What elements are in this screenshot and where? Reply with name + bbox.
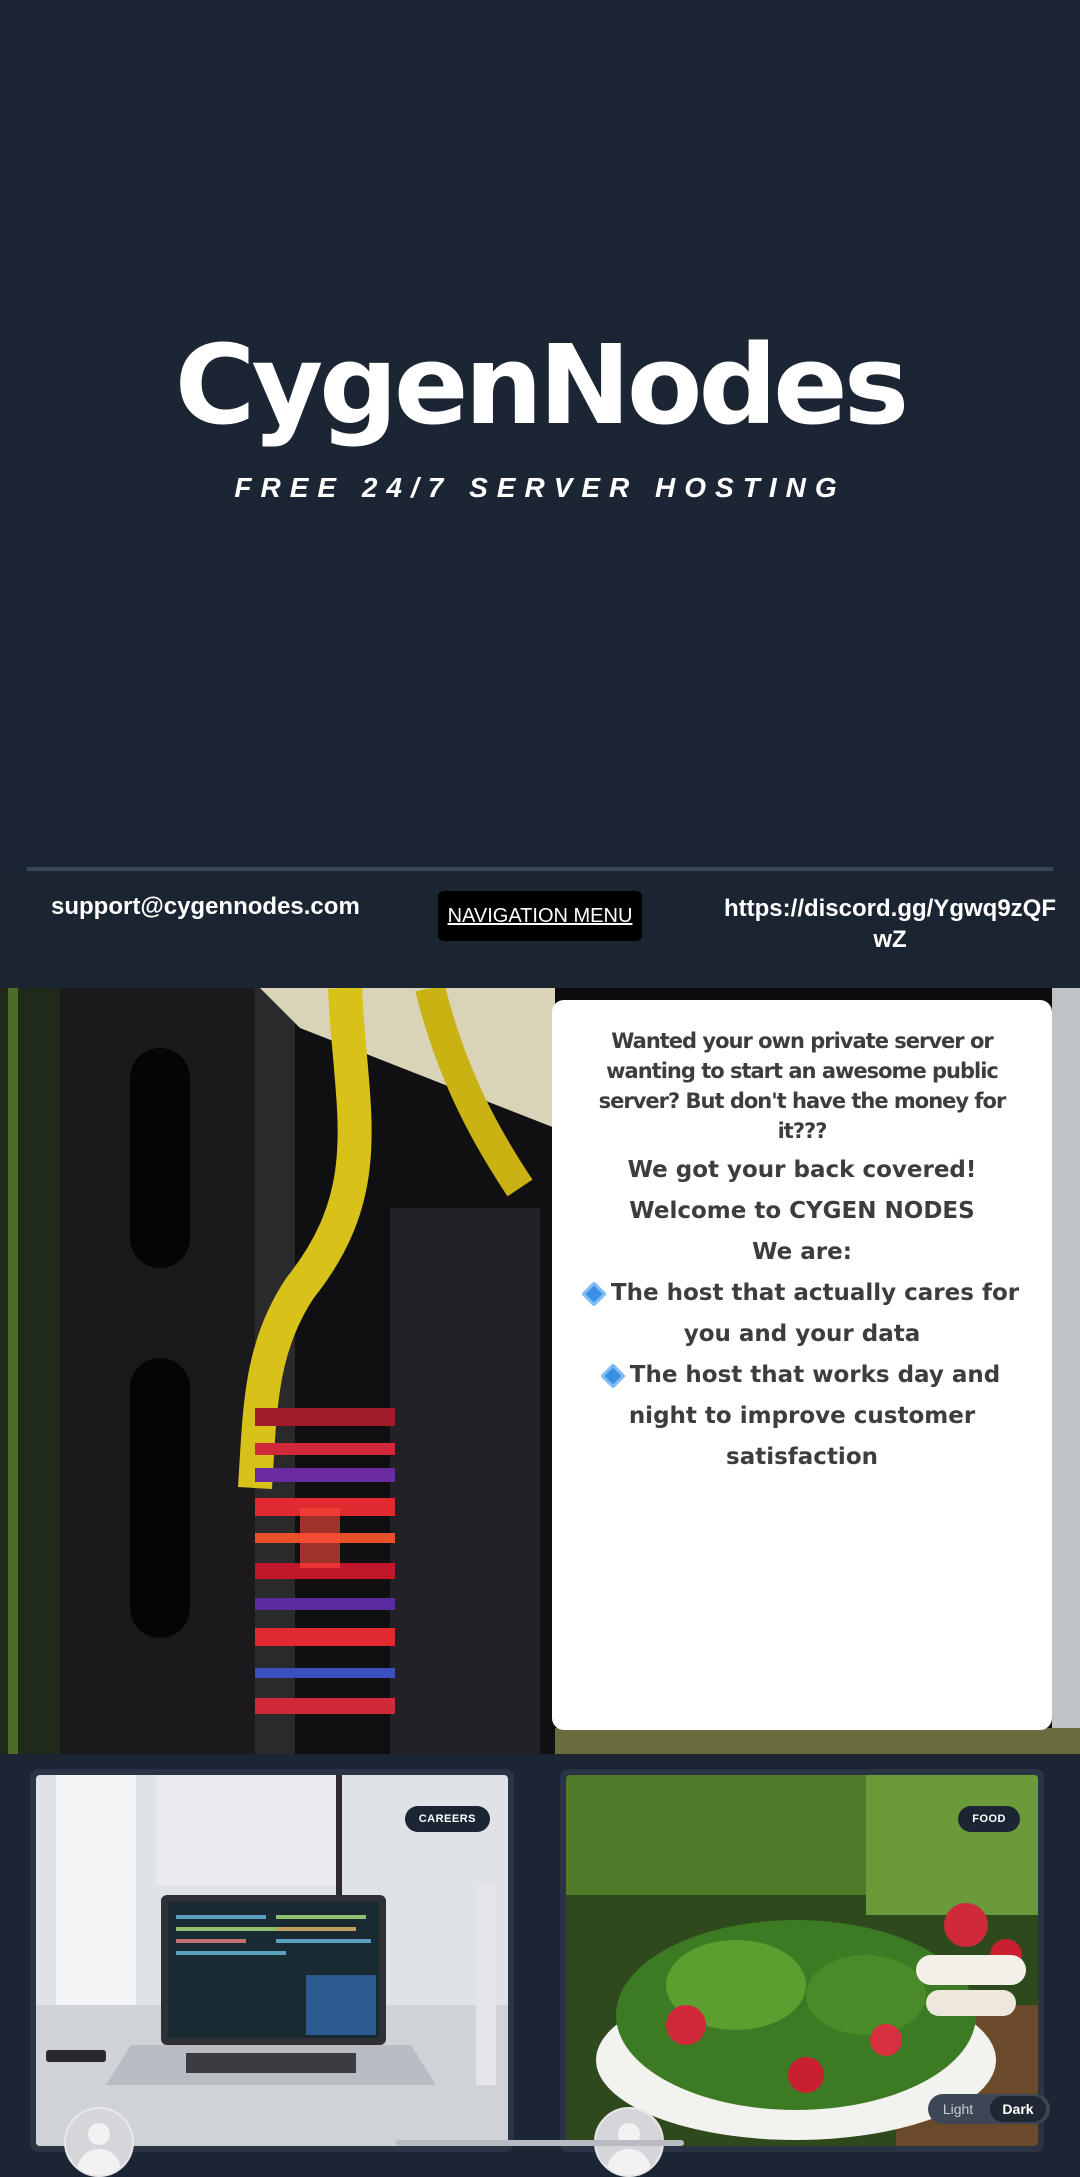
discord-invite-link[interactable]: https://discord.gg/Ygwq9zQFwZ [720,893,1060,955]
category-badge-careers[interactable]: CAREERS [404,1806,490,1832]
feature-section: Wanted your own private server or wantin… [0,988,1080,1754]
navigation-menu-label: NAVIGATION MENU [447,904,633,927]
author-avatar[interactable] [64,2107,134,2177]
welcome-info-card: Wanted your own private server or wantin… [552,1000,1052,1730]
contact-bar: support@cygennodes.com NAVIGATION MENU h… [0,871,1080,987]
info-bullet-text: The host that actually cares for you and… [610,1280,1020,1347]
home-indicator-bar[interactable] [396,2140,684,2146]
blue-diamond-icon [600,1362,626,1389]
user-silhouette-shoulders [607,2149,651,2175]
info-we-are-text: We are: [752,1239,852,1265]
info-bullet-item: The host that actually cares for you and… [576,1273,1028,1355]
site-tagline: FREE 24/7 SERVER HOSTING [234,472,846,503]
navigation-menu-button[interactable]: NAVIGATION MENU [438,891,642,941]
blog-cards-section: CAREERS FOOD [0,1754,1080,2177]
category-badge-food[interactable]: FOOD [958,1806,1020,1832]
hero-section: CygenNodes FREE 24/7 SERVER HOSTING [0,0,1080,868]
blue-diamond-icon [581,1280,607,1307]
info-welcome-text: Welcome to CYGEN NODES [629,1198,975,1224]
theme-light-option[interactable]: Light [930,2096,986,2122]
info-bullet-text: The host that works day and night to imp… [628,1362,1001,1470]
site-brand-title: CygenNodes [174,321,910,449]
info-bullet-item: The host that works day and night to imp… [576,1355,1028,1478]
user-silhouette-shoulders [77,2149,121,2175]
support-email-link[interactable]: support@cygennodes.com [51,893,360,921]
theme-dark-option[interactable]: Dark [990,2096,1046,2122]
info-covered-text: We got your back covered! [627,1157,977,1183]
user-silhouette-icon [88,2123,110,2145]
theme-toggle: Light Dark [928,2094,1050,2124]
blog-card-careers[interactable]: CAREERS [30,1769,514,2152]
info-intro-text: Wanted your own private server or wantin… [598,1029,1007,1143]
